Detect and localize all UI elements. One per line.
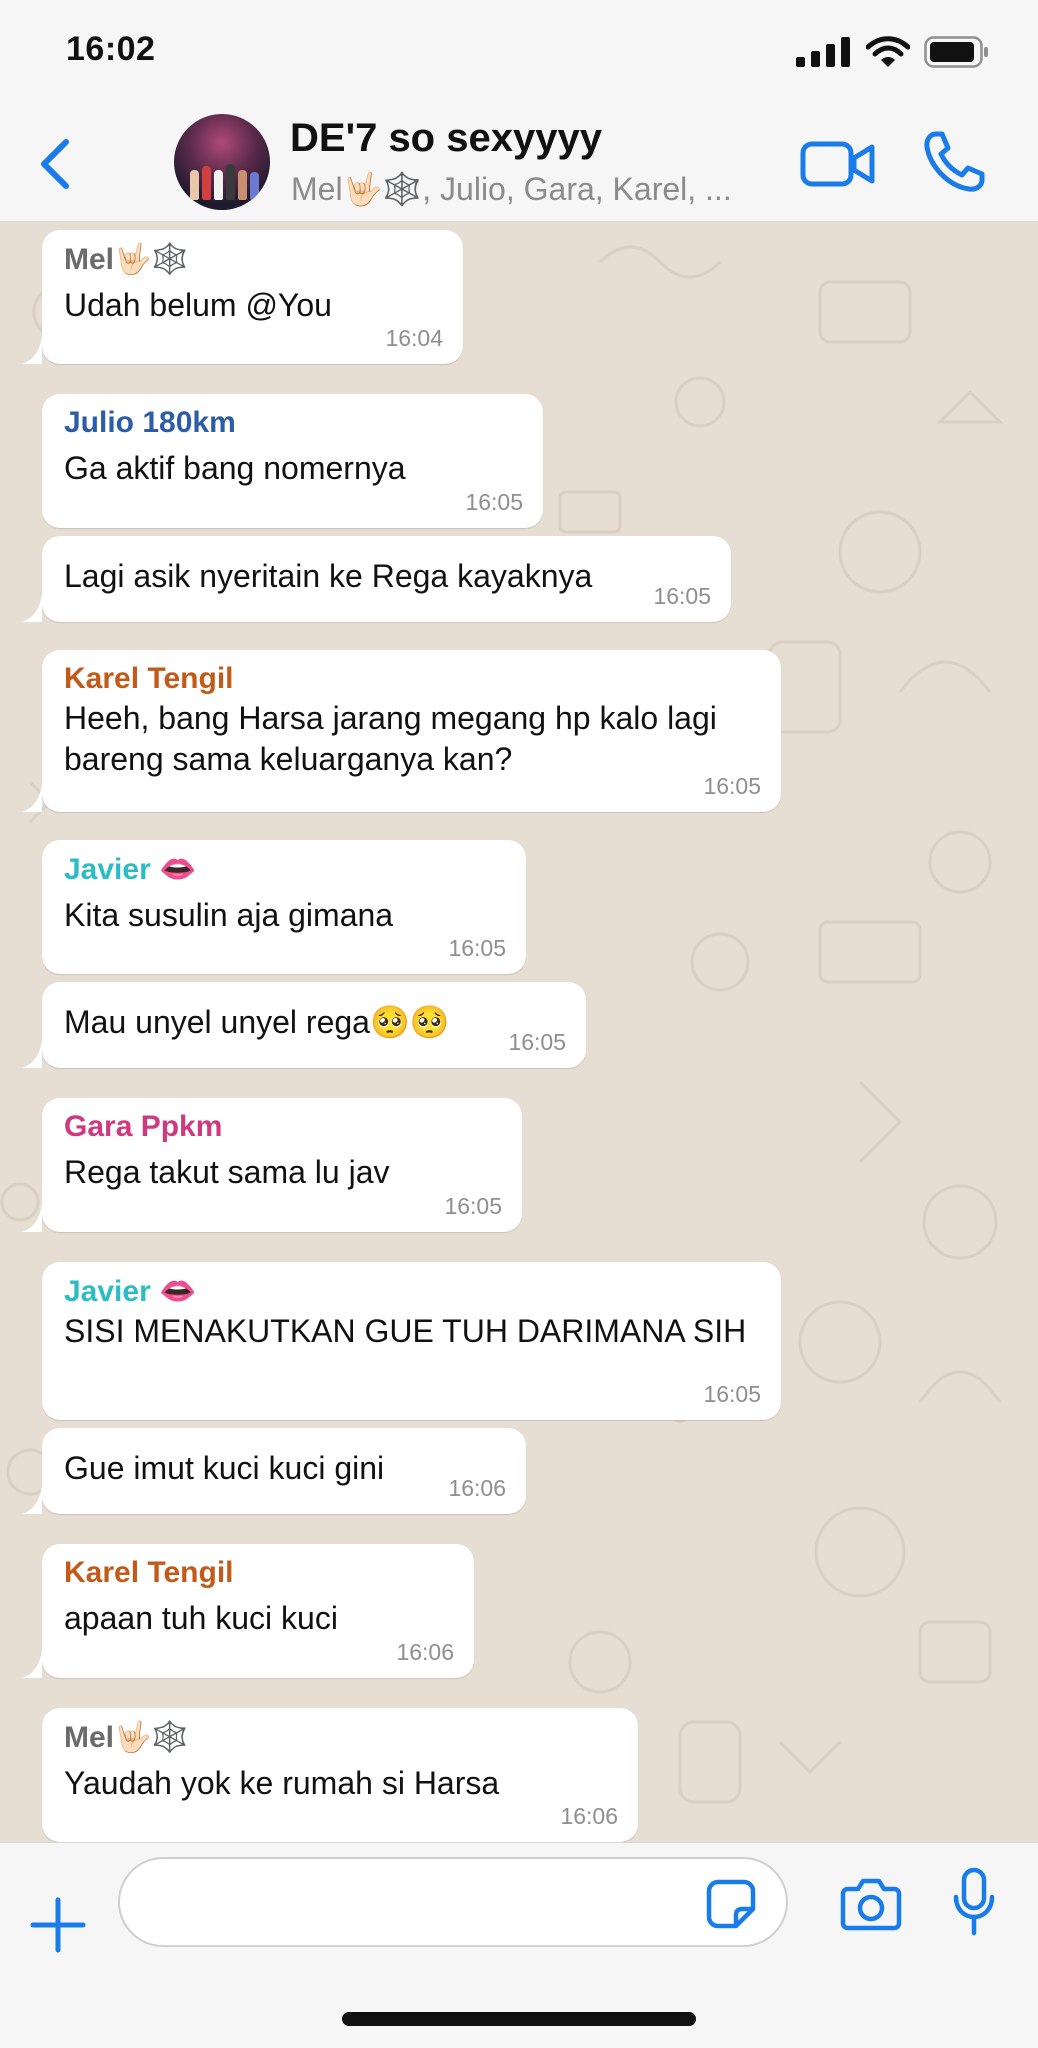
message-bubble[interactable]: Gara Ppkm Rega takut sama lu jav 16:05 bbox=[42, 1098, 522, 1232]
message-sender: Mel🤟🏻🕸️ bbox=[64, 243, 189, 276]
message-text: Gue imut kuci kuci gini bbox=[64, 1450, 385, 1486]
message-text: Kita susulin aja gimana bbox=[64, 897, 394, 933]
input-bar bbox=[0, 1842, 1038, 2048]
message-text: Udah belum @You bbox=[64, 287, 332, 323]
message-sender: Gara Ppkm bbox=[64, 1110, 223, 1143]
message-bubble[interactable]: Javier 👄 Kita susulin aja gimana 16:05 bbox=[42, 840, 526, 974]
message-time: 16:05 bbox=[444, 1193, 502, 1219]
message-bubble[interactable]: Mel🤟🏻🕸️ Yaudah yok ke rumah si Harsa 16:… bbox=[42, 1708, 638, 1842]
group-avatar[interactable] bbox=[174, 114, 270, 210]
message-time: 16:05 bbox=[448, 935, 506, 961]
chat-area[interactable]: Mel🤟🏻🕸️ Udah belum @You 16:04 Julio 180k… bbox=[0, 222, 1038, 1842]
message-bubble[interactable]: Gue imut kuci kuci gini 16:06 bbox=[42, 1428, 526, 1514]
group-title[interactable]: DE'7 so sexyyyy bbox=[290, 116, 602, 161]
plus-icon[interactable] bbox=[30, 1897, 86, 1953]
sticker-icon[interactable] bbox=[706, 1879, 756, 1929]
message-bubble[interactable]: Lagi asik nyeritain ke Rega kayaknya 16:… bbox=[42, 536, 731, 622]
message-text: SISI MENAKUTKAN GUE TUH DARIMANA SIH bbox=[64, 1313, 747, 1349]
message-bubble[interactable]: Karel Tengil Heeh, bang Harsa jarang meg… bbox=[42, 650, 781, 812]
message-text: Heeh, bang Harsa jarang megang hp kalo l… bbox=[64, 700, 717, 777]
message-sender: Karel Tengil bbox=[64, 1556, 234, 1589]
message-time: 16:04 bbox=[385, 325, 443, 351]
message-time: 16:06 bbox=[448, 1475, 506, 1501]
chat-header: DE'7 so sexyyyy Mel🤟🏻🕸️, Julio, Gara, Ka… bbox=[0, 108, 1038, 222]
message-input[interactable] bbox=[118, 1857, 788, 1947]
message-bubble[interactable]: Javier 👄 SISI MENAKUTKAN GUE TUH DARIMAN… bbox=[42, 1262, 781, 1420]
message-bubble[interactable]: Mau unyel unyel rega🥺🥺 16:05 bbox=[42, 982, 586, 1068]
home-indicator[interactable] bbox=[342, 2012, 696, 2026]
message-sender: Mel🤟🏻🕸️ bbox=[64, 1721, 189, 1754]
message-bubble[interactable]: Karel Tengil apaan tuh kuci kuci 16:06 bbox=[42, 1544, 474, 1678]
message-time: 16:05 bbox=[653, 583, 711, 609]
message-bubble[interactable]: Mel🤟🏻🕸️ Udah belum @You 16:04 bbox=[42, 230, 463, 364]
message-sender: Karel Tengil bbox=[64, 662, 234, 695]
status-bar: 16:02 bbox=[0, 0, 1038, 108]
message-text: apaan tuh kuci kuci bbox=[64, 1600, 338, 1636]
message-sender: Javier 👄 bbox=[64, 1275, 197, 1308]
message-time: 16:06 bbox=[396, 1639, 454, 1665]
group-members[interactable]: Mel🤟🏻🕸️, Julio, Gara, Karel, ... bbox=[291, 170, 761, 208]
camera-icon[interactable] bbox=[840, 1877, 902, 1931]
message-sender: Julio 180km bbox=[64, 406, 236, 439]
chevron-left-icon[interactable] bbox=[34, 136, 74, 192]
status-icons bbox=[796, 36, 990, 68]
phone-icon[interactable] bbox=[922, 130, 986, 194]
video-camera-icon[interactable] bbox=[800, 138, 876, 190]
message-time: 16:05 bbox=[703, 1381, 761, 1407]
message-time: 16:06 bbox=[560, 1803, 618, 1829]
message-sender: Javier 👄 bbox=[64, 853, 197, 886]
wifi-icon bbox=[866, 36, 910, 67]
battery-icon bbox=[924, 36, 988, 68]
message-time: 16:05 bbox=[703, 773, 761, 799]
signal-icon bbox=[796, 37, 850, 67]
message-text: Mau unyel unyel rega🥺🥺 bbox=[64, 1004, 450, 1040]
status-time: 16:02 bbox=[66, 30, 156, 68]
microphone-icon[interactable] bbox=[952, 1867, 996, 1937]
message-bubble[interactable]: Julio 180km Ga aktif bang nomernya 16:05 bbox=[42, 394, 543, 528]
message-time: 16:05 bbox=[465, 489, 523, 515]
message-time: 16:05 bbox=[508, 1029, 566, 1055]
message-text: Lagi asik nyeritain ke Rega kayaknya bbox=[64, 558, 593, 594]
message-text: Ga aktif bang nomernya bbox=[64, 450, 406, 486]
message-text: Rega takut sama lu jav bbox=[64, 1154, 390, 1190]
message-text: Yaudah yok ke rumah si Harsa bbox=[64, 1765, 500, 1801]
